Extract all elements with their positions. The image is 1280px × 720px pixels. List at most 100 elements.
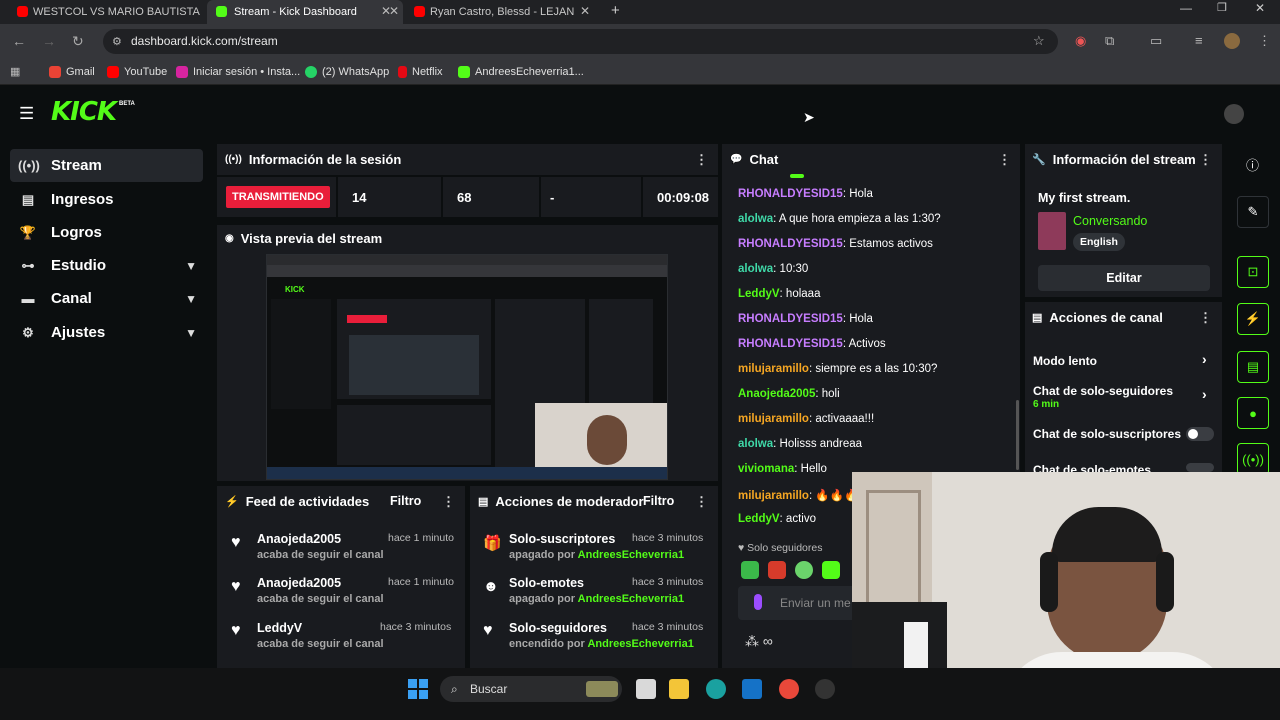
chat-username[interactable]: alolwa: [738, 263, 773, 275]
profile-avatar[interactable]: [1224, 33, 1240, 49]
sidebar-item-estudio[interactable]: ⊶ Estudio ▼: [10, 249, 203, 282]
emote-icon[interactable]: [768, 561, 786, 579]
mod-filter-button[interactable]: Filtro: [643, 494, 674, 508]
start-square: [408, 690, 417, 699]
stream-info-menu-icon[interactable]: ⋮: [1199, 152, 1212, 168]
chat-username[interactable]: milujaramillo: [738, 363, 809, 375]
chat-username[interactable]: RHONALDYESID15: [738, 313, 843, 325]
followers-only-option[interactable]: Chat de solo-seguidores: [1033, 384, 1173, 398]
points-icon[interactable]: ⁂ ∞: [745, 633, 773, 650]
bookmark-instagram[interactable]: Iniciar sesión • Insta...: [176, 60, 300, 84]
bookmark-youtube[interactable]: YouTube: [107, 60, 167, 84]
camera-icon[interactable]: ⊡: [1237, 256, 1269, 288]
url-input[interactable]: dashboard.kick.com/stream: [103, 29, 1058, 54]
cast-icon[interactable]: ▭: [1150, 33, 1162, 49]
menu-kebab-icon[interactable]: ⋮: [1258, 33, 1271, 49]
close-tab-icon[interactable]: ✕: [381, 4, 391, 18]
bookmark-gmail[interactable]: Gmail: [49, 60, 95, 84]
chat-username[interactable]: milujaramillo: [738, 490, 809, 502]
broadcast-icon[interactable]: ((•)): [1237, 443, 1269, 475]
chat-username[interactable]: milujaramillo: [738, 413, 809, 425]
emote-icon[interactable]: [795, 561, 813, 579]
kick-header: [0, 86, 1280, 142]
chrome-icon[interactable]: [779, 679, 799, 699]
feed-filter-button[interactable]: Filtro: [390, 494, 421, 508]
apps-grid-icon[interactable]: ▦: [10, 65, 20, 78]
chat-bubble-icon[interactable]: ●: [1237, 397, 1269, 429]
back-icon[interactable]: ←: [12, 33, 26, 49]
chat-username[interactable]: RHONALDYESID15: [738, 338, 843, 350]
chat-username[interactable]: RHONALDYESID15: [738, 238, 843, 250]
file-explorer-icon[interactable]: [669, 679, 689, 699]
sidebar-item-ingresos[interactable]: ▤ Ingresos: [10, 183, 203, 216]
outlook-icon[interactable]: [742, 679, 762, 699]
site-info-icon[interactable]: ⚙: [112, 35, 122, 48]
mod-user[interactable]: AndreesEcheverria1: [578, 593, 684, 605]
feed-user[interactable]: Anaojeda2005: [257, 532, 341, 546]
chat-username[interactable]: alolwa: [738, 438, 773, 450]
slow-mode-option[interactable]: Modo lento: [1033, 354, 1097, 368]
sidebar-item-stream[interactable]: ((•)) Stream: [10, 149, 203, 182]
media-icon[interactable]: ≡: [1195, 33, 1203, 48]
close-tab-icon[interactable]: ✕: [580, 4, 590, 18]
chat-scrollbar[interactable]: [1016, 400, 1019, 470]
task-view-icon[interactable]: [636, 679, 656, 699]
mod-menu-icon[interactable]: ⋮: [695, 494, 708, 510]
tab-kick-dashboard[interactable]: Stream - Kick Dashboard ✕: [207, 0, 403, 24]
subs-only-toggle[interactable]: [1186, 427, 1214, 441]
category-link[interactable]: Conversando: [1073, 214, 1147, 228]
chat-username[interactable]: viviomana: [738, 463, 794, 475]
forward-icon[interactable]: →: [42, 33, 56, 49]
minimize-icon[interactable]: —: [1180, 1, 1192, 15]
mic-icon[interactable]: [754, 594, 762, 610]
close-window-icon[interactable]: ✕: [1255, 1, 1265, 15]
sidebar-item-logros[interactable]: 🏆 Logros: [10, 216, 203, 249]
followers-only-notice: ♥ Solo seguidores: [738, 542, 822, 554]
sidebar-item-canal[interactable]: ▬ Canal ▼: [10, 282, 203, 315]
extensions-puzzle-icon[interactable]: ⧉: [1105, 33, 1114, 49]
session-info-title: ((•)) Información de la sesión: [225, 152, 401, 167]
reload-icon[interactable]: ↻: [72, 33, 84, 50]
extension-icon[interactable]: ◉: [1075, 33, 1086, 49]
feed-user[interactable]: Anaojeda2005: [257, 576, 341, 590]
bookmark-kick-channel[interactable]: AndreesEcheverria1...: [458, 60, 584, 84]
feed-menu-icon[interactable]: ⋮: [442, 494, 455, 510]
edge-icon[interactable]: [706, 679, 726, 699]
kick-logo[interactable]: KICK: [51, 97, 117, 127]
chat-username[interactable]: LeddyV: [738, 288, 780, 300]
mod-user[interactable]: AndreesEcheverria1: [578, 549, 684, 561]
info-icon[interactable]: ⓘ: [1246, 155, 1259, 174]
chat-menu-icon[interactable]: ⋮: [998, 152, 1011, 168]
bookmark-whatsapp[interactable]: (2) WhatsApp: [305, 60, 389, 84]
channel-actions-menu-icon[interactable]: ⋮: [1199, 310, 1212, 326]
sidebar-item-ajustes[interactable]: ⚙ Ajustes ▼: [10, 316, 203, 349]
chevron-right-icon[interactable]: ›: [1202, 351, 1207, 367]
user-avatar[interactable]: [1224, 104, 1244, 124]
document-icon[interactable]: ▤: [1237, 351, 1269, 383]
edit-pencil-icon[interactable]: ✎: [1237, 196, 1269, 228]
tab-ryan-castro[interactable]: Ryan Castro, Blessd - LEJAN: [414, 0, 594, 24]
new-tab-icon[interactable]: +: [611, 2, 620, 19]
chat-username[interactable]: alolwa: [738, 213, 773, 225]
mod-user[interactable]: AndreesEcheverria1: [587, 638, 693, 650]
chat-username[interactable]: Anaojeda2005: [738, 388, 815, 400]
bookmark-star-icon[interactable]: ☆: [1033, 33, 1045, 49]
webcam-headphone-left: [1040, 552, 1058, 612]
session-menu-icon[interactable]: ⋮: [695, 152, 708, 168]
windows-start-icon[interactable]: [408, 679, 428, 699]
chevron-right-icon[interactable]: ›: [1202, 386, 1207, 402]
emotes-only-toggle[interactable]: [1186, 463, 1214, 472]
obs-icon[interactable]: [815, 679, 835, 699]
bookmark-netflix[interactable]: Netflix: [398, 60, 443, 84]
chat-username[interactable]: RHONALDYESID15: [738, 188, 843, 200]
tab-westcol[interactable]: WESTCOL VS MARIO BAUTISTA: [17, 0, 207, 24]
feed-user[interactable]: LeddyV: [257, 621, 302, 635]
chat-username[interactable]: LeddyV: [738, 513, 780, 525]
hamburger-menu-icon[interactable]: ☰: [19, 104, 34, 124]
emote-icon[interactable]: [822, 561, 840, 579]
sidebar-item-label: Stream: [51, 157, 102, 174]
lightning-icon[interactable]: ⚡: [1237, 303, 1269, 335]
emote-icon[interactable]: [741, 561, 759, 579]
edit-button[interactable]: Editar: [1038, 265, 1210, 291]
maximize-icon[interactable]: ❐: [1217, 1, 1227, 14]
